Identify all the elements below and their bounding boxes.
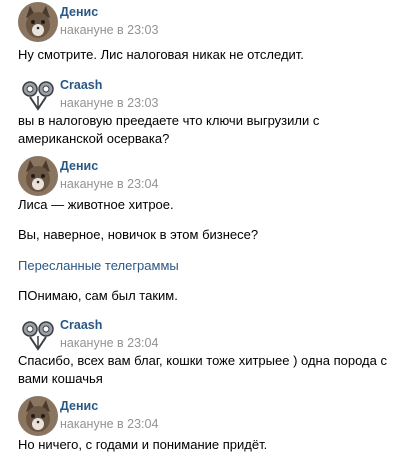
message-header: Craash накануне в 23:03 bbox=[18, 75, 408, 115]
message-text: Спасибо, всех вам благ, кошки тоже хитры… bbox=[18, 353, 387, 386]
message-timestamp[interactable]: накануне в 23:04 bbox=[60, 177, 158, 191]
message-header: Денис накануне в 23:03 bbox=[18, 2, 408, 42]
author-name[interactable]: Craash bbox=[60, 318, 102, 332]
robot-avatar-icon[interactable] bbox=[18, 315, 58, 355]
message-text: Ну смотрите. Лис налоговая никак не отсл… bbox=[18, 47, 304, 62]
forwarded-messages-link[interactable]: Пересланные телеграммы bbox=[18, 258, 179, 273]
author-name[interactable]: Денис bbox=[60, 159, 98, 173]
message-timestamp[interactable]: накануне в 23:04 bbox=[60, 336, 158, 350]
message-text: Вы, наверное, новичок в этом бизнесе? bbox=[18, 227, 259, 242]
message-text: Но ничего, с годами и понимание придёт. bbox=[18, 437, 268, 452]
message-text: вы в налоговую преедаете что ключи выгру… bbox=[18, 113, 320, 146]
author-name[interactable]: Craash bbox=[60, 78, 102, 92]
message-timestamp[interactable]: накануне в 23:03 bbox=[60, 96, 158, 110]
cat-avatar-icon[interactable] bbox=[18, 2, 58, 42]
cat-avatar-icon[interactable] bbox=[18, 396, 58, 436]
message-timestamp[interactable]: накануне в 23:03 bbox=[60, 23, 158, 37]
message-text: ПОнимаю, сам был таким. bbox=[18, 288, 178, 303]
message-header: Craash накануне в 23:04 bbox=[18, 315, 408, 355]
message-text: Лиса — животное хитрое. bbox=[18, 197, 174, 212]
author-name[interactable]: Денис bbox=[60, 399, 98, 413]
message-header: Денис накануне в 23:04 bbox=[18, 396, 408, 436]
message-timestamp[interactable]: накануне в 23:04 bbox=[60, 417, 158, 431]
cat-avatar-icon[interactable] bbox=[18, 156, 58, 196]
robot-avatar-icon[interactable] bbox=[18, 75, 58, 115]
message-header: Денис накануне в 23:04 bbox=[18, 156, 408, 196]
author-name[interactable]: Денис bbox=[60, 5, 98, 19]
